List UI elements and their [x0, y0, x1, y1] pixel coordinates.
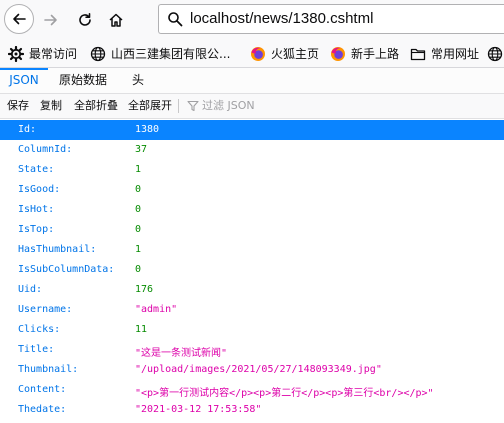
- json-row-clicks[interactable]: Clicks: 11: [0, 320, 504, 340]
- json-key: IsHot:: [18, 204, 55, 215]
- json-key: HasThumbnail:: [18, 244, 97, 255]
- save-button[interactable]: 保存: [7, 94, 29, 118]
- home-button[interactable]: [103, 7, 129, 33]
- json-value: 11: [135, 324, 148, 335]
- bookmark-folder-common-sites[interactable]: 常用网址: [410, 40, 479, 67]
- collapse-all-button[interactable]: 全部折叠: [74, 94, 118, 118]
- bookmark-label: 常用网址: [431, 47, 480, 61]
- json-value: 0: [135, 204, 142, 215]
- navigation-bar: localhost/news/1380.cshtml: [0, 0, 504, 40]
- json-key: IsGood:: [18, 184, 61, 195]
- json-row-state[interactable]: State: 1: [0, 160, 504, 180]
- bookmark-label: 最常访问: [29, 47, 78, 61]
- json-key: Uid:: [18, 284, 43, 295]
- home-icon: [109, 13, 123, 27]
- json-row-username[interactable]: Username: "admin": [0, 300, 504, 320]
- bookmark-firefox-home[interactable]: 火狐主页: [250, 40, 319, 67]
- tab-raw-data[interactable]: 原始数据: [52, 68, 114, 93]
- json-row-uid[interactable]: Uid: 176: [0, 280, 504, 300]
- url-text[interactable]: localhost/news/1380.cshtml: [190, 10, 373, 27]
- json-row-title[interactable]: Title: "这是一条测试新闻": [0, 340, 504, 360]
- back-button[interactable]: [4, 4, 34, 34]
- json-key: State:: [18, 164, 55, 175]
- bookmark-overflow-globe[interactable]: [487, 40, 504, 67]
- folder-icon: [410, 48, 426, 60]
- bookmark-label: 山西三建集团有限公...: [111, 47, 231, 61]
- json-value: 1: [135, 244, 142, 255]
- json-toolbar: 保存 复制 全部折叠 全部展开 过滤 JSON: [0, 94, 504, 119]
- expand-all-button[interactable]: 全部展开: [128, 94, 172, 118]
- json-row-ishot[interactable]: IsHot: 0: [0, 200, 504, 220]
- json-key: Thumbnail:: [18, 364, 79, 375]
- viewer-tabs: JSON 原始数据 头: [0, 68, 504, 94]
- bookmark-getting-started[interactable]: 新手上路: [330, 40, 399, 67]
- globe-icon: [487, 46, 503, 61]
- json-value: 1380: [135, 124, 160, 135]
- json-value: 37: [135, 144, 148, 155]
- globe-icon: [90, 46, 106, 61]
- json-key: Id:: [18, 124, 37, 135]
- json-row-columnid[interactable]: ColumnId: 37: [0, 140, 504, 160]
- json-row-isgood[interactable]: IsGood: 0: [0, 180, 504, 200]
- json-row-content[interactable]: Content: "<p>第一行测试内容</p><p>第二行</p><p>第三行…: [0, 380, 504, 400]
- json-row-id[interactable]: Id: 1380: [0, 120, 504, 140]
- json-key: IsTop:: [18, 224, 55, 235]
- json-key: Username:: [18, 304, 73, 315]
- filter-icon: [187, 100, 199, 112]
- firefox-icon: [251, 46, 265, 61]
- json-tree: Id: 1380 ColumnId: 37 State: 1 IsGood: 0…: [0, 120, 504, 420]
- bookmark-label: 火狐主页: [271, 47, 320, 61]
- json-value: 0: [135, 224, 142, 235]
- arrow-right-icon: [44, 14, 57, 26]
- json-value: 0: [135, 184, 142, 195]
- json-value: 0: [135, 264, 142, 275]
- json-row-hasthumbnail[interactable]: HasThumbnail: 1: [0, 240, 504, 260]
- json-value: "<p>第一行测试内容</p><p>第二行</p><p>第三行<br/></p>…: [135, 388, 434, 399]
- json-row-thedate[interactable]: Thedate: "2021-03-12 17:53:58": [0, 400, 504, 420]
- json-value: "admin": [135, 304, 178, 315]
- reload-button[interactable]: [72, 7, 98, 33]
- copy-button[interactable]: 复制: [40, 94, 62, 118]
- json-row-istop[interactable]: IsTop: 0: [0, 220, 504, 240]
- json-value: "这是一条测试新闻": [135, 348, 228, 359]
- json-row-issubcolumndata[interactable]: IsSubColumnData: 0: [0, 260, 504, 280]
- bookmarks-toolbar: 最常访问 山西三建集团有限公... 火狐主页 新手上路 常用网址: [0, 40, 504, 68]
- json-key: Thedate:: [18, 404, 67, 415]
- forward-button[interactable]: [38, 7, 64, 33]
- filter-json-input[interactable]: 过滤 JSON: [202, 94, 255, 118]
- json-value: "/upload/images/2021/05/27/148093349.jpg…: [135, 364, 382, 375]
- bookmark-most-visited[interactable]: 最常访问: [8, 40, 77, 67]
- firefox-icon: [331, 46, 345, 61]
- tab-json[interactable]: JSON: [0, 68, 48, 93]
- search-icon: [168, 12, 183, 27]
- json-key: Clicks:: [18, 324, 61, 335]
- reload-icon: [79, 13, 91, 26]
- url-bar[interactable]: localhost/news/1380.cshtml: [158, 4, 504, 34]
- tab-headers[interactable]: 头: [126, 68, 150, 93]
- json-value: 1: [135, 164, 142, 175]
- arrow-left-icon: [13, 13, 26, 25]
- gear-icon: [8, 45, 24, 62]
- json-value: "2021-03-12 17:53:58": [135, 404, 262, 415]
- json-value: 176: [135, 284, 154, 295]
- json-key: ColumnId:: [18, 144, 73, 155]
- json-row-thumbnail[interactable]: Thumbnail: "/upload/images/2021/05/27/14…: [0, 360, 504, 380]
- toolbar-divider: [178, 99, 179, 113]
- json-key: Title:: [18, 344, 55, 355]
- json-key: IsSubColumnData:: [18, 264, 115, 275]
- json-key: Content:: [18, 384, 67, 395]
- bookmark-label: 新手上路: [351, 47, 400, 61]
- bookmark-shanxi-sanjian[interactable]: 山西三建集团有限公...: [90, 40, 230, 67]
